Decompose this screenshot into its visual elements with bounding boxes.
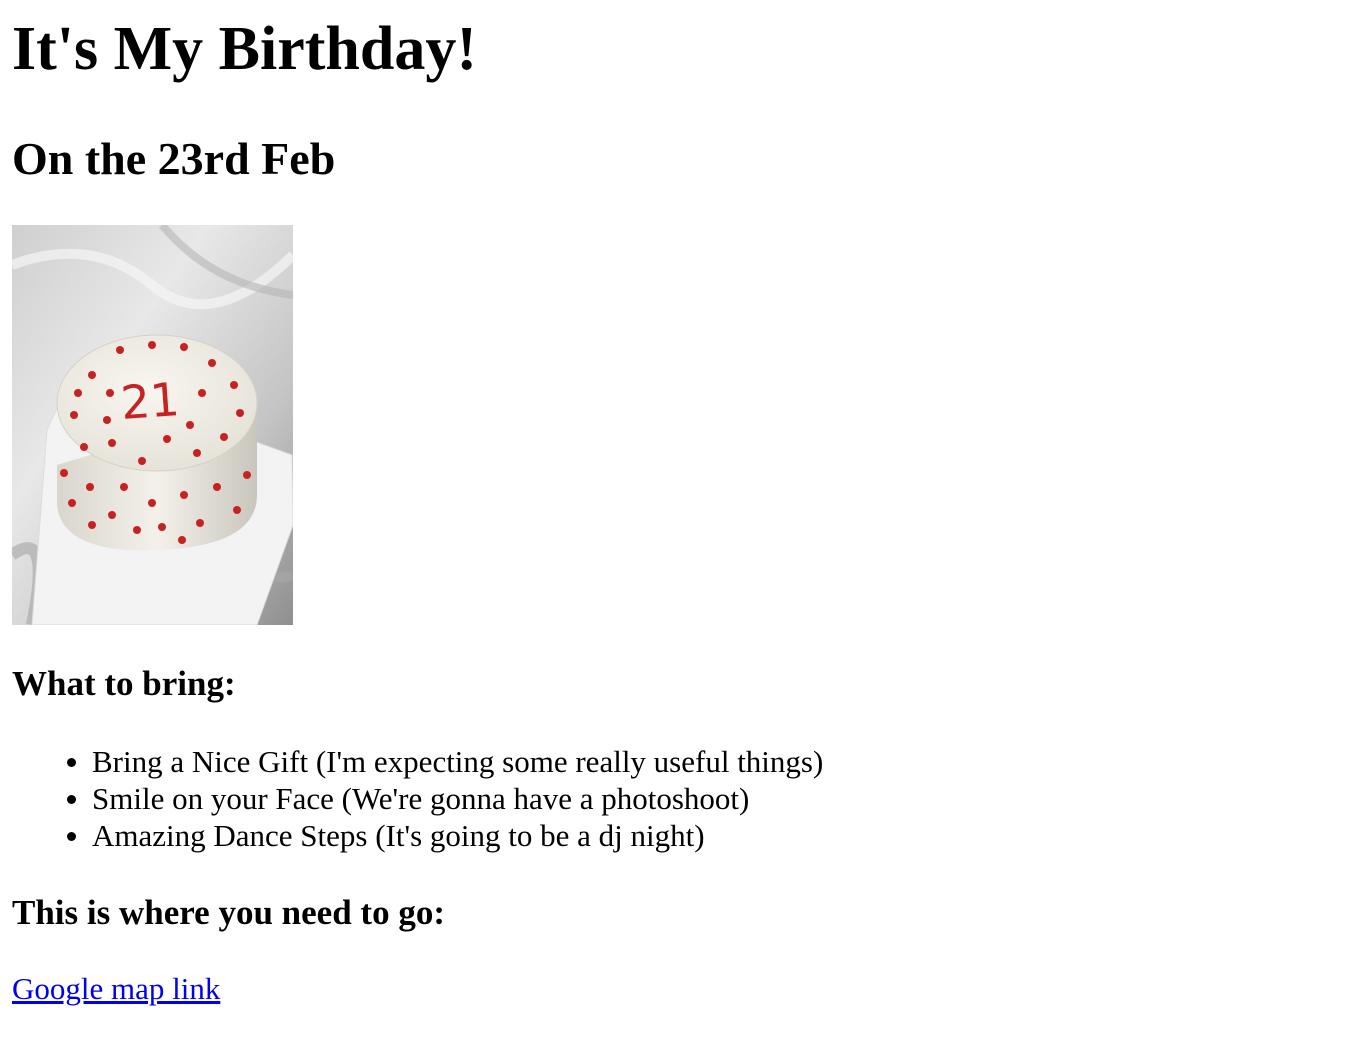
list-item: Bring a Nice Gift (I'm expecting some re… xyxy=(66,744,824,779)
bring-list: Bring a Nice Gift (I'm expecting some re… xyxy=(66,743,824,854)
list-item: Smile on your Face (We're gonna have a p… xyxy=(66,780,823,817)
svg-text:21: 21 xyxy=(119,372,181,430)
list-item: Amazing Dance Steps (It's going to be a … xyxy=(66,817,823,854)
google-map-link[interactable]: Google map link xyxy=(12,970,220,1007)
birthday-cake-photo: 21 xyxy=(12,225,293,625)
what-to-bring-heading: What to bring: xyxy=(12,664,236,703)
page: It's My Birthday! On the 23rd Feb 21 Wha… xyxy=(0,0,1372,1054)
page-title: It's My Birthday! xyxy=(12,15,477,83)
page-subtitle: On the 23rd Feb xyxy=(12,133,336,184)
location-heading: This is where you need to go: xyxy=(12,893,445,932)
